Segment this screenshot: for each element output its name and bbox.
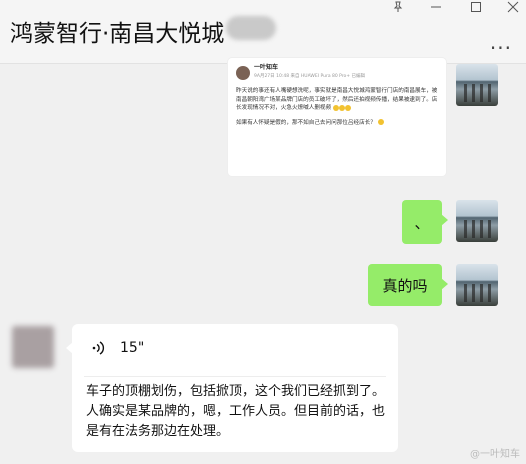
card-meta: 9A月27日 10:48 来自 HUAWEI Pura 80 Pro+ 已编辑	[254, 73, 366, 79]
chat-title: 鸿蒙智行·南昌大悦城	[10, 21, 225, 47]
chat-header: 鸿蒙智行·南昌大悦城 ···	[0, 0, 526, 64]
sent-message[interactable]: 真的吗	[368, 264, 448, 306]
voice-player[interactable]: 15"	[90, 340, 144, 356]
card-question: 如果有人怀疑是假的，那不如自己去问问那位吕经店长？	[236, 119, 438, 128]
maximize-icon[interactable]	[466, 0, 486, 14]
voice-duration: 15"	[120, 340, 145, 356]
voice-transcript: 车子的顶棚划伤，包括掀顶，这个我们已经抓到了。人确实是某品牌的，嗯，工作人员。但…	[86, 384, 386, 439]
pin-icon[interactable]	[388, 0, 408, 14]
avatar[interactable]	[456, 264, 498, 306]
emoji-icon	[377, 119, 384, 126]
emoji-icon	[338, 104, 345, 111]
voice-wave-icon	[92, 341, 105, 355]
card-author: 一叶知车	[254, 64, 279, 71]
message-text: 真的吗	[382, 276, 428, 295]
minimize-icon[interactable]	[426, 0, 446, 14]
more-options-icon[interactable]: ···	[490, 36, 512, 60]
voice-message[interactable]: 15" 车子的顶棚划伤，包括掀顶，这个我们已经抓到了。人确实是某品牌的，嗯，工作…	[66, 324, 398, 452]
close-icon[interactable]	[503, 0, 523, 14]
emoji-icon	[332, 104, 339, 111]
emoji-icon	[344, 104, 351, 111]
member-count-blurred	[226, 16, 276, 40]
shared-image-message[interactable]: 一叶知车 9A月27日 10:48 来自 HUAWEI Pura 80 Pro+…	[228, 58, 446, 176]
card-header: 一叶知车 9A月27日 10:48 来自 HUAWEI Pura 80 Pro+…	[236, 64, 438, 81]
avatar[interactable]	[456, 200, 498, 242]
card-avatar	[236, 65, 250, 80]
sender-avatar[interactable]	[12, 326, 54, 368]
divider	[84, 376, 386, 377]
avatar[interactable]	[456, 64, 498, 106]
watermark: @一叶知车	[470, 449, 520, 460]
card-body: 昨天说的事还有人嘴硬想洗呢，事实就是南昌大悦城鸿蒙智行门店的南昌展车，被南昌朝阳…	[236, 88, 438, 112]
message-text: 、	[414, 213, 430, 232]
sent-message[interactable]: 、	[402, 200, 448, 244]
